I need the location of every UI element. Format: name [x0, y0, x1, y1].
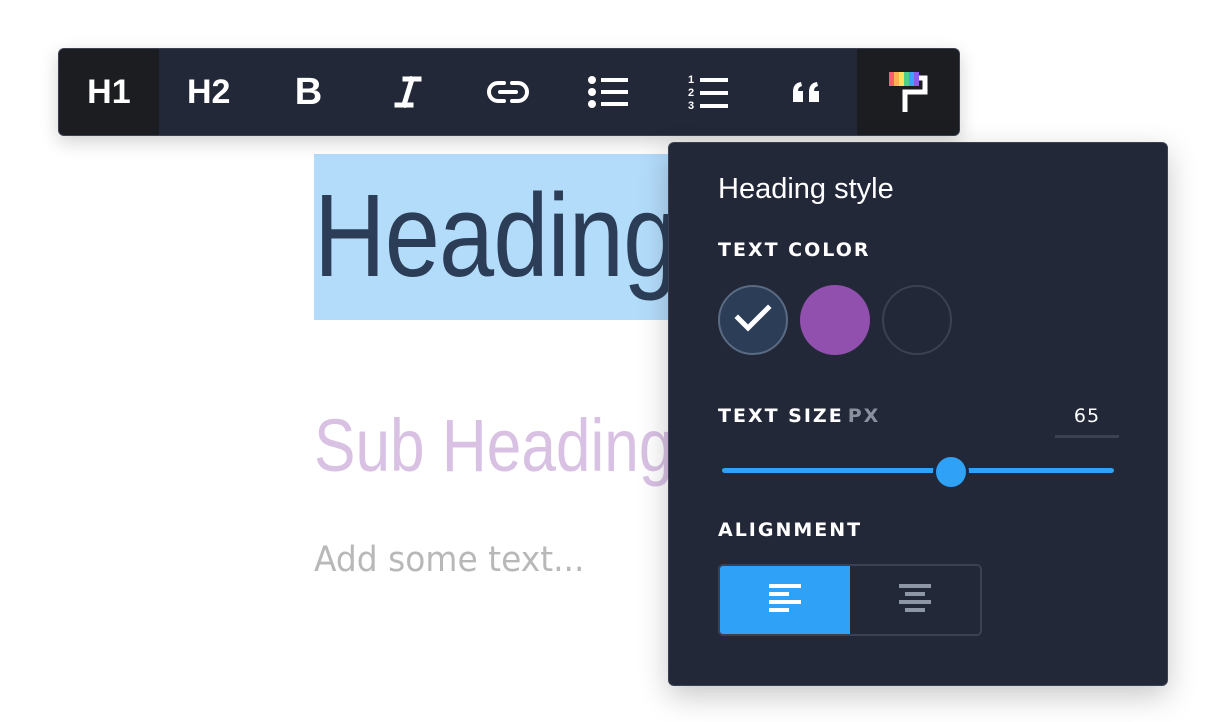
formatting-toolbar: H1 H2 B 1 2 3 — [58, 48, 960, 136]
heading-2-label: H2 — [186, 72, 231, 111]
alignment-toggle-group — [718, 564, 982, 636]
text-color-label: TEXT COLOR — [718, 239, 871, 261]
align-left-icon — [768, 581, 802, 620]
panel-title: Heading style — [718, 173, 894, 205]
style-button[interactable] — [857, 49, 959, 135]
numbered-list-digit-2: 2 — [688, 87, 694, 99]
numbered-list-button[interactable]: 1 2 3 — [658, 49, 758, 135]
align-left-button[interactable] — [720, 566, 850, 634]
heading-1-button[interactable]: H1 — [59, 49, 159, 135]
bulleted-list-button[interactable] — [558, 49, 658, 135]
editor-stage: Heading Sub Heading Add some text... H1 … — [0, 0, 1212, 722]
heading-2-button[interactable]: H2 — [159, 49, 259, 135]
heading-block[interactable]: Heading — [314, 168, 678, 304]
slider-track — [722, 468, 1114, 473]
italic-button[interactable] — [358, 49, 458, 135]
text-size-value-input[interactable]: 65 — [1055, 405, 1119, 438]
bold-label: B — [294, 70, 323, 113]
link-button[interactable] — [458, 49, 558, 135]
color-swatch-purple[interactable] — [800, 285, 870, 355]
link-icon — [487, 79, 529, 105]
text-size-unit: PX — [847, 405, 881, 427]
heading-2-icon: H2 — [187, 73, 230, 112]
bold-button[interactable]: B — [259, 49, 359, 135]
align-center-icon — [898, 581, 932, 620]
subheading-block[interactable]: Sub Heading — [314, 400, 673, 492]
color-swatch-dark-blue[interactable] — [718, 285, 788, 355]
checkmark-icon — [734, 303, 772, 338]
paint-roller-icon — [887, 70, 929, 114]
numbered-list-digit-1: 1 — [688, 74, 694, 86]
alignment-label: ALIGNMENT — [718, 519, 863, 541]
italic-icon — [393, 75, 423, 109]
align-center-button[interactable] — [850, 566, 980, 634]
bulleted-list-icon — [587, 75, 629, 109]
heading-style-panel: Heading style TEXT COLOR TEXT SIZE PX 65 … — [668, 142, 1168, 686]
numbered-list-digit-3: 3 — [688, 100, 694, 111]
color-swatch-dark[interactable] — [882, 285, 952, 355]
text-size-label: TEXT SIZE PX — [718, 405, 880, 427]
quote-icon — [791, 80, 823, 104]
quote-button[interactable] — [757, 49, 857, 135]
bold-icon: B — [295, 71, 322, 114]
slider-thumb[interactable] — [935, 457, 966, 487]
heading-1-icon: H1 — [87, 73, 130, 112]
heading-1-label: H1 — [87, 72, 131, 111]
text-size-slider[interactable] — [722, 457, 1114, 487]
numbered-list-icon: 1 2 3 — [687, 73, 729, 111]
body-text-placeholder[interactable]: Add some text... — [314, 534, 584, 586]
text-size-label-text: TEXT SIZE — [718, 405, 844, 427]
